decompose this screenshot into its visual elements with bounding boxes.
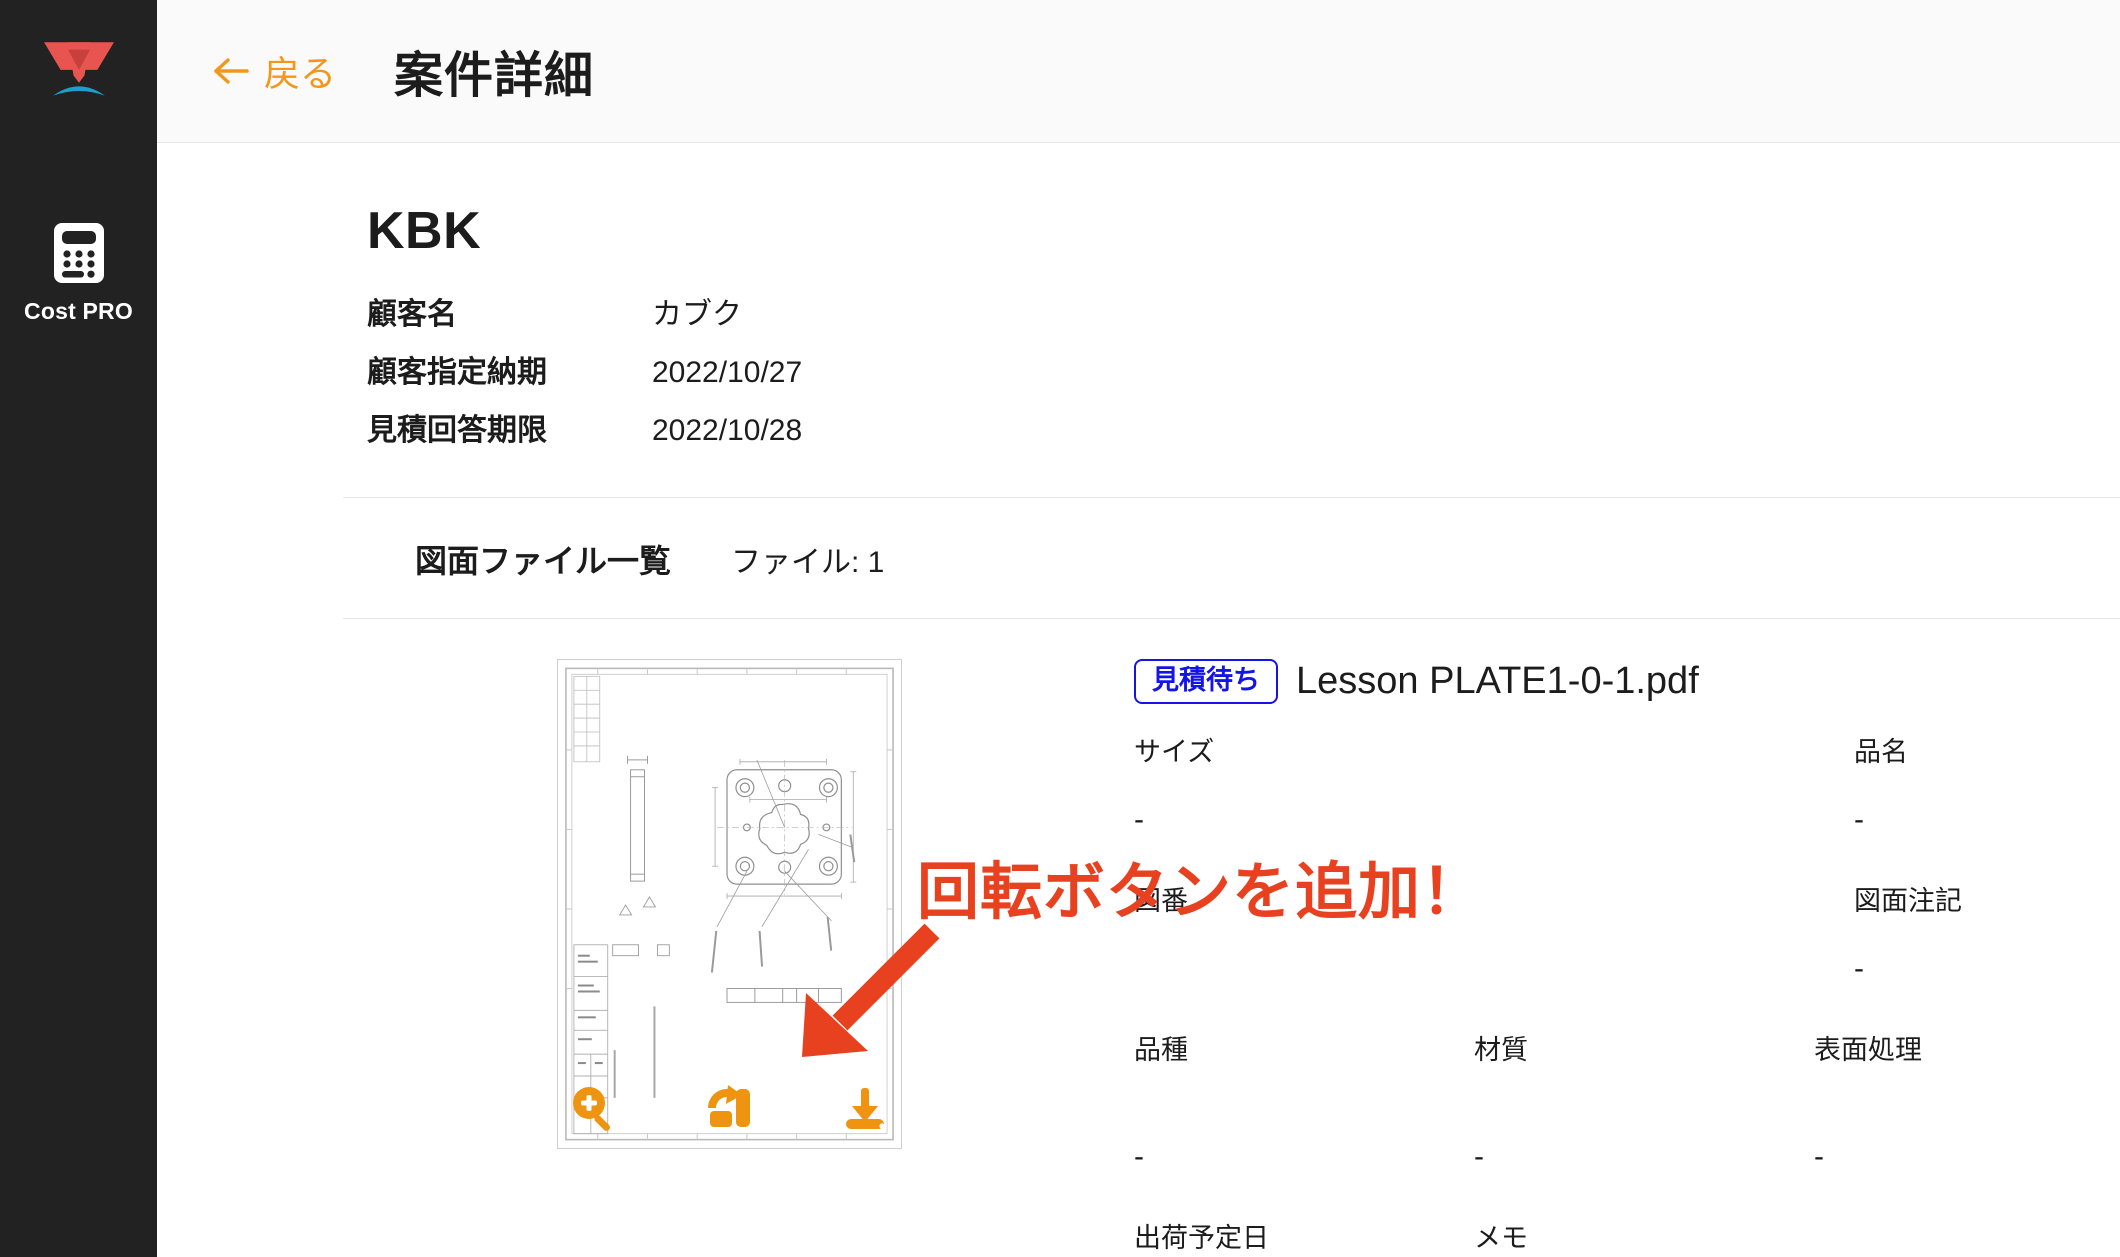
info-row-quote-deadline: 見積回答期限 2022/10/28 (367, 405, 2120, 449)
field-value-material: - (1474, 1140, 1484, 1173)
field-value-size: - (1134, 803, 1144, 836)
case-code: KBK (367, 202, 482, 260)
field-row-2: 図番 図面注記 - (1134, 879, 2080, 1028)
sidebar-item-label: Cost PRO (24, 298, 133, 324)
field-row-1: サイズ 品名 - - (1134, 730, 2080, 879)
info-value: 2022/10/27 (652, 356, 803, 389)
field-value-surface-treatment: - (1814, 1140, 1824, 1173)
field-label-spacer-a (1814, 1216, 2120, 1257)
info-row-customer: 顧客名 カブク (367, 289, 2120, 333)
cad-drawing-preview-icon (558, 660, 901, 1148)
download-icon[interactable] (839, 1082, 891, 1134)
case-summary: KBK 顧客名 カブク 顧客指定納期 2022/10/27 見積回答期限 202… (367, 143, 2120, 497)
files-section-title: 図面ファイル一覧 (415, 543, 672, 579)
info-value: 2022/10/28 (652, 414, 803, 447)
info-label: 顧客指定納期 (367, 356, 547, 389)
file-list-item: 見積待ち Lesson PLATE1-0-1.pdf サイズ 品名 - - 図番… (157, 619, 2120, 1257)
thumbnail-toolbar (558, 1082, 901, 1134)
drawing-thumbnail[interactable] (557, 659, 902, 1149)
field-label-ship-date: 出荷予定日 (1134, 1223, 1269, 1253)
app-logo[interactable] (33, 22, 125, 114)
page-title: 案件詳細 (394, 48, 595, 103)
field-value-category: - (1134, 1140, 1144, 1173)
info-value: カブク (652, 298, 742, 331)
sidebar: Cost PRO (0, 0, 157, 1257)
field-value-drawing-no (1134, 952, 1854, 1028)
field-value-drawing-notes: - (1854, 952, 1864, 985)
info-row-due-date: 顧客指定納期 2022/10/27 (367, 347, 2120, 391)
file-details-panel: 見積待ち Lesson PLATE1-0-1.pdf サイズ 品名 - - 図番… (1134, 659, 2120, 1257)
field-label-product-name: 品名 (1854, 737, 1908, 767)
rotate-icon[interactable] (704, 1082, 756, 1134)
field-label-drawing-no: 図番 (1134, 886, 1188, 916)
drawing-thumbnail-wrapper (557, 659, 902, 1257)
field-row-3: 品種 材質 表面処理 数量 - - - - (1134, 1028, 2080, 1216)
status-badge: 見積待ち (1134, 659, 1278, 704)
arrow-left-icon (214, 58, 249, 84)
main-area: 戻る 案件詳細 KBK 顧客名 カブク 顧客指定納期 2022/10/27 見積… (157, 0, 2120, 1257)
content-area: KBK 顧客名 カブク 顧客指定納期 2022/10/27 見積回答期限 202… (157, 143, 2120, 1257)
zoom-in-icon[interactable] (568, 1082, 620, 1134)
field-value-product-name: - (1854, 803, 1864, 836)
field-label-memo: メモ (1474, 1223, 1528, 1253)
field-label-material: 材質 (1474, 1035, 1528, 1065)
top-bar: 戻る 案件詳細 (157, 0, 2120, 143)
field-label-size: サイズ (1134, 737, 1215, 767)
field-label-surface-treatment: 表面処理 (1814, 1035, 1922, 1065)
back-button-label: 戻る (264, 53, 337, 94)
file-header: 見積待ち Lesson PLATE1-0-1.pdf (1134, 659, 2080, 704)
field-row-4: 出荷予定日 メモ - - (1134, 1216, 2080, 1257)
sidebar-item-cost-pro[interactable]: Cost PRO (0, 222, 157, 325)
info-label: 顧客名 (367, 298, 457, 331)
kabuku-butterfly-logo-icon (43, 42, 114, 96)
field-label-category: 品種 (1134, 1035, 1188, 1065)
back-button[interactable]: 戻る (212, 45, 336, 97)
files-count-label: ファイル: 1 (731, 546, 885, 579)
app-root: Cost PRO 戻る 案件詳細 KBK 顧客名 カブク 顧客指定納期 2022… (0, 0, 2120, 1257)
file-name[interactable]: Lesson PLATE1-0-1.pdf (1296, 660, 1699, 703)
info-label: 見積回答期限 (367, 414, 547, 447)
field-label-drawing-notes: 図面注記 (1854, 886, 1962, 916)
files-section-header: 図面ファイル一覧 ファイル: 1 (415, 498, 2120, 618)
calculator-icon (53, 223, 104, 283)
